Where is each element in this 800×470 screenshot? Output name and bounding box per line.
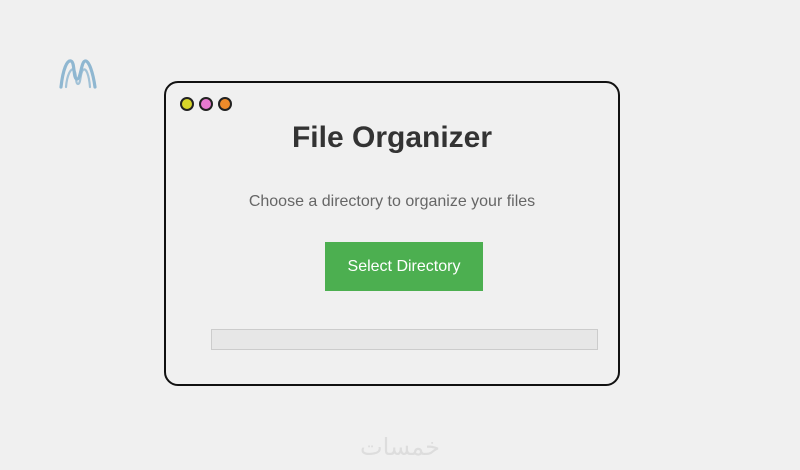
- page-title: File Organizer: [291, 121, 493, 154]
- window-maximize-dot[interactable]: [218, 97, 232, 111]
- select-directory-button[interactable]: Select Directory: [325, 242, 483, 291]
- m-logo-icon: [59, 59, 97, 89]
- subtitle-text: Choose a directory to organize your file…: [248, 193, 536, 210]
- progress-bar: [211, 329, 598, 350]
- window-close-dot[interactable]: [180, 97, 194, 111]
- window-minimize-dot[interactable]: [199, 97, 213, 111]
- app-window: File Organizer Choose a directory to org…: [164, 81, 620, 386]
- window-controls: [180, 97, 232, 111]
- watermark-text: خمسات: [359, 433, 441, 461]
